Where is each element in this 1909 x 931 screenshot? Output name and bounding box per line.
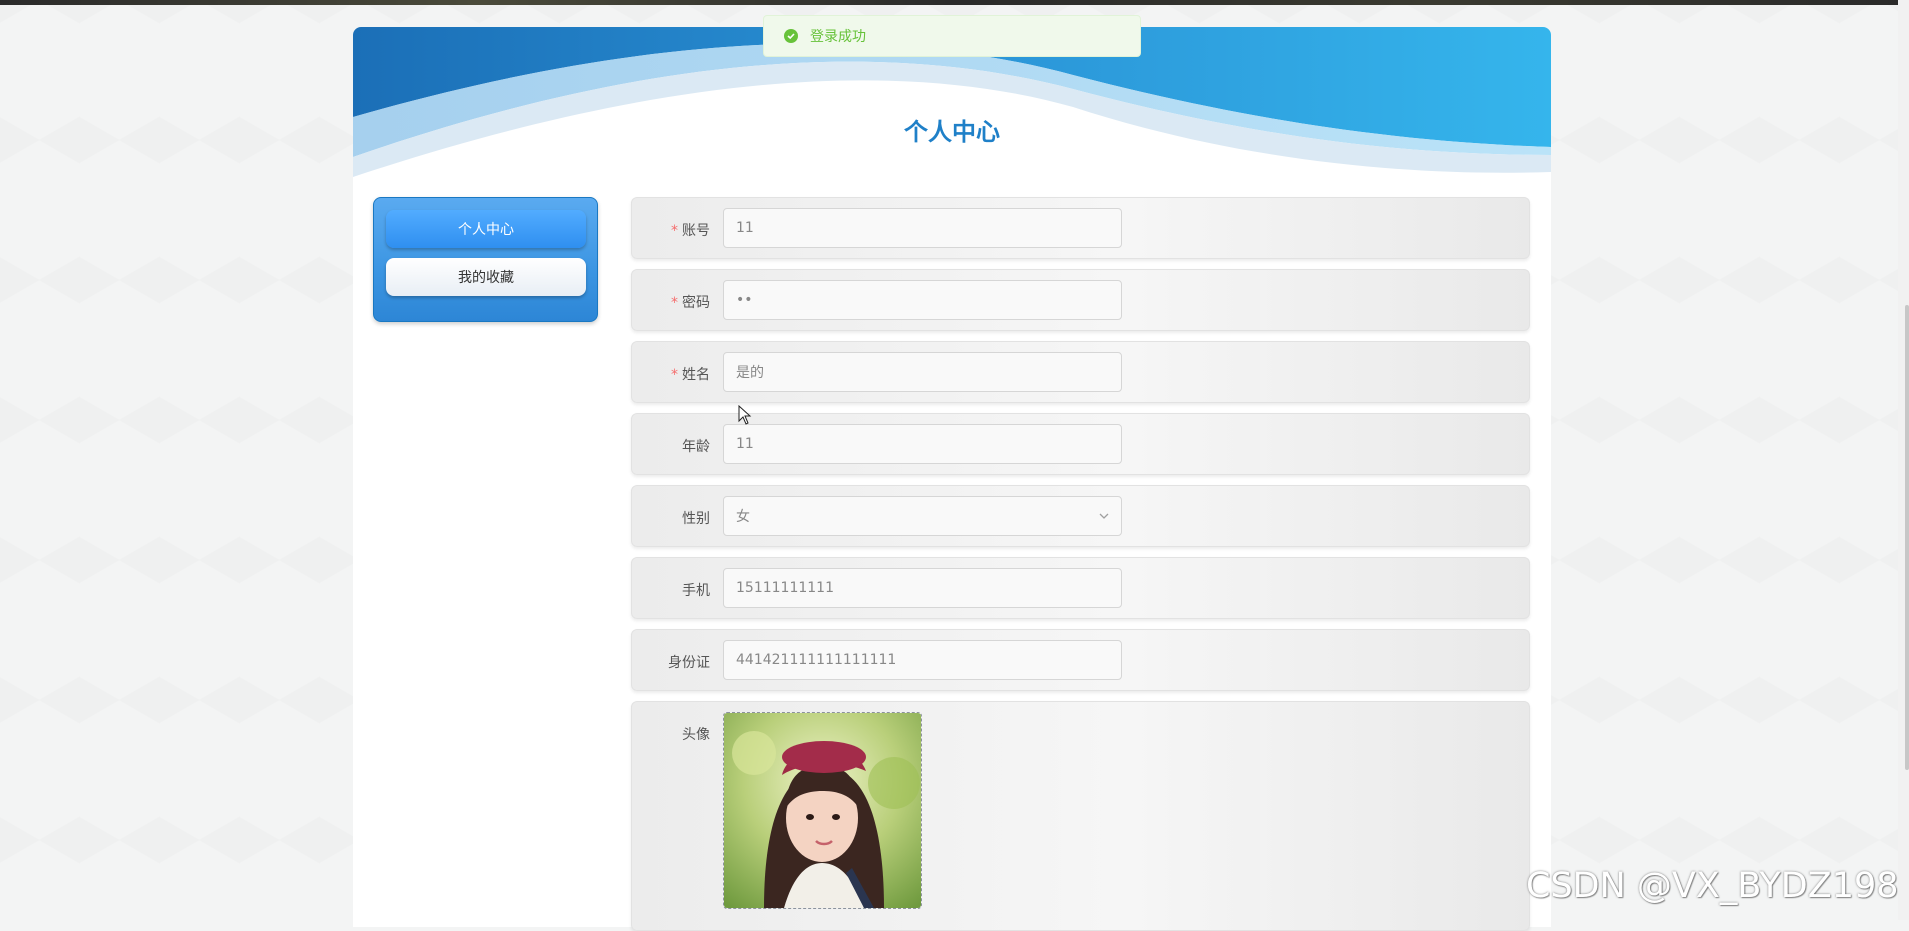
avatar-image xyxy=(724,713,921,908)
password-input[interactable] xyxy=(723,280,1122,320)
form-row-password: * 密码 xyxy=(631,269,1530,331)
name-label-text: 姓名 xyxy=(682,367,710,383)
check-circle-icon xyxy=(784,29,798,43)
toast-message: 登录成功 xyxy=(810,29,866,45)
name-label: * 姓名 xyxy=(671,364,710,384)
form-row-name: * 姓名 xyxy=(631,341,1530,403)
age-label: 年龄 xyxy=(682,439,710,455)
account-input[interactable] xyxy=(723,208,1122,248)
required-mark: * xyxy=(671,223,678,239)
idcard-label: 身份证 xyxy=(668,655,710,671)
required-mark: * xyxy=(671,367,678,383)
password-label-text: 密码 xyxy=(682,295,710,311)
gender-label: 性别 xyxy=(682,511,710,527)
form-row-avatar: 头像 xyxy=(631,701,1530,931)
required-mark: * xyxy=(671,295,678,311)
form-row-gender: 性别 女 xyxy=(631,485,1530,547)
phone-label: 手机 xyxy=(682,583,710,599)
form-row-age: 年龄 xyxy=(631,413,1530,475)
login-success-toast: 登录成功 xyxy=(763,15,1141,57)
phone-input[interactable] xyxy=(723,568,1122,608)
watermark-text: CSDN @VX_BYDZ1988 xyxy=(1526,866,1909,906)
side-menu: 个人中心 我的收藏 xyxy=(373,197,598,322)
gender-select[interactable]: 女 xyxy=(723,496,1122,536)
menu-item-profile[interactable]: 个人中心 xyxy=(386,210,586,248)
form-row-idcard: 身份证 xyxy=(631,629,1530,691)
name-input[interactable] xyxy=(723,352,1122,392)
menu-item-favorites[interactable]: 我的收藏 xyxy=(386,258,586,296)
page-title: 个人中心 xyxy=(904,118,1000,146)
gender-select-value: 女 xyxy=(736,509,750,525)
account-label: * 账号 xyxy=(671,220,710,240)
form-row-account: * 账号 xyxy=(631,197,1530,259)
avatar-uploader[interactable] xyxy=(723,712,922,909)
account-label-text: 账号 xyxy=(682,223,710,239)
password-label: * 密码 xyxy=(671,292,710,312)
chevron-down-icon xyxy=(1099,513,1109,519)
scrollbar-thumb[interactable] xyxy=(1905,305,1909,770)
idcard-input[interactable] xyxy=(723,640,1122,680)
avatar-label: 头像 xyxy=(682,727,710,743)
age-input[interactable] xyxy=(723,424,1122,464)
top-edge-bar xyxy=(0,0,1909,5)
mouse-cursor-icon xyxy=(738,405,752,425)
form-row-phone: 手机 xyxy=(631,557,1530,619)
